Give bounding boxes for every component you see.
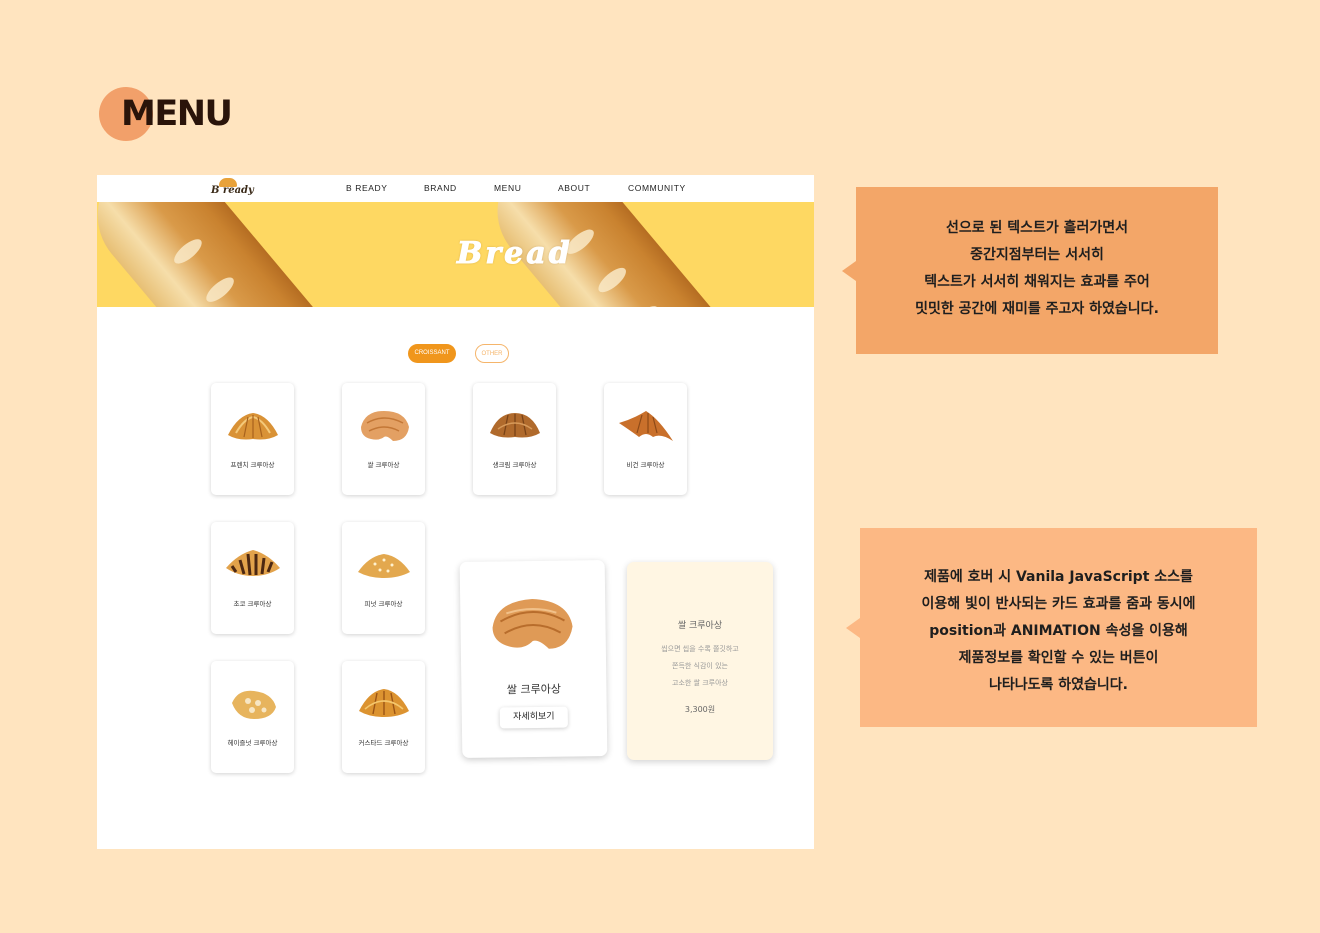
baguette-image [97,202,371,307]
info-description-line: 고소한 쌀 크루아상 [672,679,728,687]
nav-item-about[interactable]: ABOUT [558,183,590,193]
croissant-image [489,413,540,438]
product-name: 초코 크루아상 [233,600,272,608]
featured-product-name: 쌀 크루아상 [506,682,562,697]
croissant-image [360,411,409,441]
filter-other-button[interactable]: OTHER [475,344,509,363]
croissant-image [618,411,673,441]
info-product-name: 쌀 크루아상 [677,621,723,631]
logo-text: B ready [211,185,254,196]
callout-line: 제품정보를 확인할 수 있는 버튼이 [958,650,1159,666]
croissant-image [492,599,573,649]
hero-banner: Bread [97,202,814,307]
croissant-image [358,689,409,717]
product-card[interactable]: 비건 크루아상 [604,383,687,495]
product-name: 헤이즐넛 크루아상 [227,739,278,747]
section-title: MENU [99,84,239,144]
callout-line: 이용해 빛이 반사되는 카드 효과를 줌과 동시에 [921,596,1196,612]
nav-item-community[interactable]: COMMUNITY [628,183,686,193]
callout-line: 중간지점부터는 서서히 [970,247,1104,263]
callout-banner-text-effect: 선으로 된 텍스트가 흘러가면서 중간지점부터는 서서히 텍스트가 서서히 채워… [856,187,1218,354]
croissant-image [227,413,278,440]
callout-line: 텍스트가 서서히 채워지는 효과를 주어 [924,274,1150,290]
nav-item-b-ready[interactable]: B READY [346,183,388,193]
filter-croissant-button[interactable]: CROISSANT [408,344,456,363]
callout-line: position과 ANIMATION 속성을 이용해 [929,623,1188,639]
product-info-card: 쌀 크루아상 씹으면 씹을 수록 쫄깃하고 쫀득한 식감이 있는 고소한 쌀 크… [627,562,773,760]
nav-item-brand[interactable]: BRAND [424,183,457,193]
product-card[interactable]: 프렌치 크루아상 [211,383,294,495]
croissant-image [231,690,276,719]
nav-item-menu[interactable]: MENU [494,183,521,193]
view-details-button[interactable]: 자세히보기 [499,706,568,729]
callout-line: 선으로 된 텍스트가 흘러가면서 [945,220,1129,236]
product-card[interactable]: 쌀 크루아상 [342,383,425,495]
product-card[interactable]: 생크림 크루아상 [473,383,556,495]
featured-product-card[interactable]: 쌀 크루아상 자세히보기 [459,559,608,759]
product-card[interactable]: 커스타드 크루아상 [342,661,425,773]
callout-line: 밋밋한 공간에 재미를 주고자 하였습니다. [915,301,1159,317]
callout-line: 제품에 호버 시 Vanila JavaScript 소스를 [924,569,1193,585]
website-preview: B ready B READY BRAND MENU ABOUT COMMUNI… [97,175,814,849]
section-title-text: MENU [121,94,233,134]
top-navigation: B ready B READY BRAND MENU ABOUT COMMUNI… [97,175,814,202]
info-description-line: 쫀득한 식감이 있는 [672,662,728,670]
callout-line: 나타나도록 하였습니다. [989,677,1128,693]
banner-title: Bread [457,236,573,272]
info-description-line: 씹으면 씹을 수록 쫄깃하고 [661,645,739,653]
product-card[interactable]: 피넛 크루아상 [342,522,425,634]
product-name: 쌀 크루아상 [367,461,400,469]
callout-card-hover-effect: 제품에 호버 시 Vanila JavaScript 소스를 이용해 빛이 반사… [860,528,1257,727]
product-name: 생크림 크루아상 [492,461,537,469]
site-logo[interactable]: B ready [209,178,254,200]
product-card[interactable]: 헤이즐넛 크루아상 [211,661,294,773]
product-name: 프렌치 크루아상 [230,461,275,469]
chocolate-croissant-image [225,550,280,576]
croissant-image [357,554,410,578]
product-price: 3,300원 [684,705,716,714]
product-name: 비건 크루아상 [626,461,665,469]
product-name: 커스타드 크루아상 [358,739,409,747]
product-name: 피넛 크루아상 [364,600,403,608]
product-card[interactable]: 초코 크루아상 [211,522,294,634]
